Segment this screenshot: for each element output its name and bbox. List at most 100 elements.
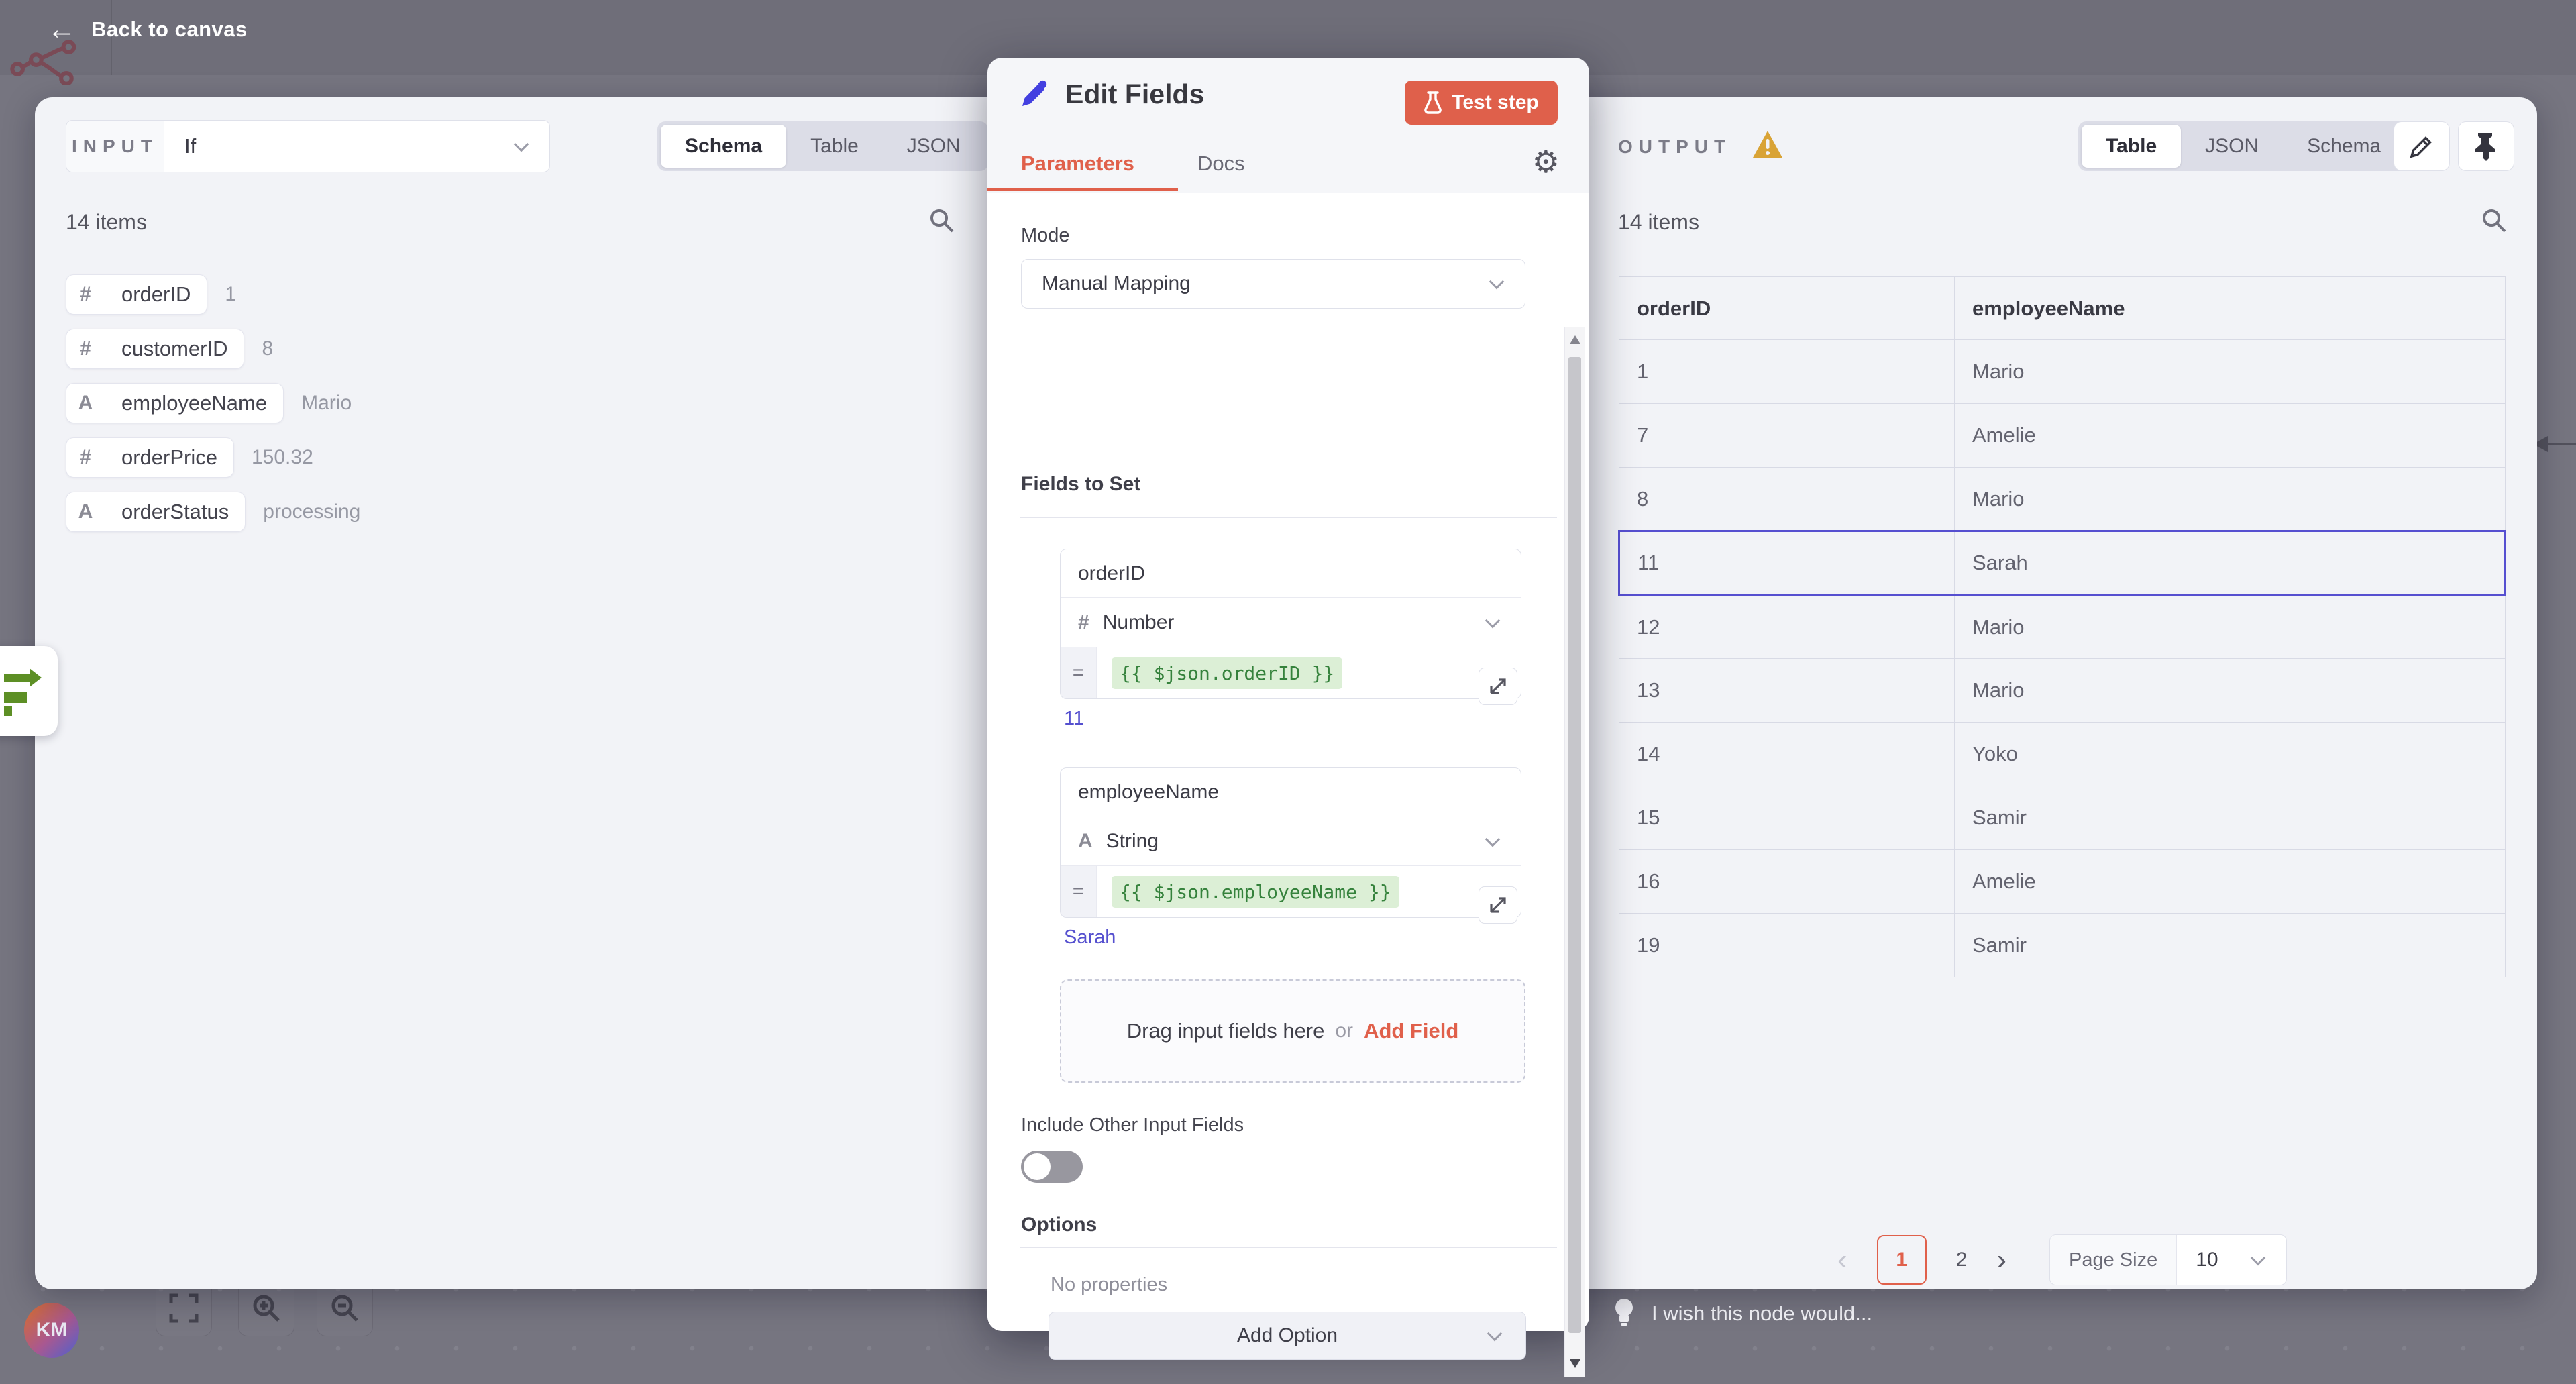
zoom-out-icon: [329, 1292, 361, 1324]
field-name: employeeName: [105, 384, 283, 423]
options-label: Options: [1021, 1214, 1097, 1236]
connection-line: [2546, 443, 2576, 445]
string-type-icon: A: [66, 384, 105, 423]
expand-expression-button[interactable]: [1479, 668, 1517, 705]
table-cell: 11: [1619, 531, 1955, 595]
schema-field-pill[interactable]: #orderID: [66, 274, 207, 315]
input-items-count: 14 items: [66, 210, 147, 235]
string-type-icon: A: [1078, 830, 1093, 853]
table-cell: 15: [1619, 786, 1955, 850]
input-search-button[interactable]: [926, 205, 958, 237]
output-label: OUTPUT: [1618, 136, 1731, 158]
drag-drop-zone[interactable]: Drag input fields here or Add Field: [1060, 979, 1525, 1083]
table-cell: Mario: [1955, 468, 2506, 531]
add-option-select[interactable]: Add Option: [1049, 1312, 1526, 1360]
search-icon: [927, 206, 957, 235]
schema-field-pill[interactable]: #customerID: [66, 329, 244, 369]
expression-result: 11: [1064, 708, 1084, 730]
expression-chip[interactable]: {{ $json.employeeName }}: [1112, 876, 1399, 908]
field-value-input[interactable]: = {{ $json.orderID }}: [1061, 647, 1521, 698]
tab-schema[interactable]: Schema: [661, 125, 786, 168]
edit-fields-modal: Edit Fields Test step Parameters Docs ⚙ …: [987, 58, 1589, 1331]
output-items-count: 14 items: [1618, 210, 1699, 235]
input-label: INPUT: [72, 136, 158, 157]
chevron-down-icon: [514, 137, 529, 152]
output-view-tabs: TableJSONSchema: [2078, 121, 2408, 171]
lightbulb-icon: [1613, 1297, 1635, 1330]
table-row[interactable]: 14Yoko: [1619, 723, 2506, 786]
schema-item-orderPrice: #orderPrice150.32: [66, 437, 360, 478]
table-row[interactable]: 8Mario: [1619, 468, 2506, 531]
chevron-down-icon: [1485, 831, 1501, 847]
pin-data-button[interactable]: [2458, 121, 2514, 171]
mode-value: Manual Mapping: [1022, 272, 1491, 295]
tab-schema[interactable]: Schema: [2283, 125, 2405, 168]
avatar[interactable]: KM: [24, 1303, 79, 1358]
page-2-button[interactable]: 2: [1956, 1248, 1968, 1271]
pagination: ‹ 1 2 › Page Size 10: [1618, 1234, 2506, 1286]
scroll-up-arrow-icon[interactable]: [1570, 335, 1580, 344]
add-field-button[interactable]: Add Field: [1364, 1019, 1458, 1043]
expand-expression-button[interactable]: [1479, 886, 1517, 924]
input-node-if-card[interactable]: [0, 646, 58, 736]
tab-parameters[interactable]: Parameters: [1021, 152, 1134, 176]
include-other-fields-toggle[interactable]: [1021, 1151, 1083, 1183]
table-row[interactable]: 1Mario: [1619, 340, 2506, 404]
table-row[interactable]: 12Mario: [1619, 595, 2506, 659]
tab-docs[interactable]: Docs: [1197, 152, 1245, 176]
field-sample-value: 8: [262, 337, 273, 360]
output-search-button[interactable]: [2478, 205, 2510, 237]
tab-json[interactable]: JSON: [883, 125, 985, 168]
field-type-select[interactable]: # Number: [1061, 598, 1521, 647]
mode-select[interactable]: Manual Mapping: [1021, 259, 1525, 309]
table-row[interactable]: 16Amelie: [1619, 850, 2506, 914]
modal-scrollbar[interactable]: [1564, 327, 1585, 1377]
schema-item-orderStatus: AorderStatusprocessing: [66, 492, 360, 532]
field-name: orderPrice: [105, 438, 233, 477]
expression-equals-badge: =: [1061, 866, 1097, 917]
edit-output-button[interactable]: [2394, 121, 2450, 171]
modal-parameters-body: Mode Manual Mapping Fields to Set orderI…: [987, 193, 1589, 1331]
page-size-select[interactable]: Page Size 10: [2049, 1234, 2287, 1285]
field-name: orderID: [105, 275, 207, 314]
input-source-select[interactable]: INPUT If: [66, 120, 550, 172]
field-value-input[interactable]: = {{ $json.employeeName }}: [1061, 866, 1521, 917]
tab-json[interactable]: JSON: [2181, 125, 2283, 168]
wish-text: I wish this node would...: [1652, 1301, 1872, 1326]
table-cell: 7: [1619, 404, 1955, 468]
table-cell: Amelie: [1955, 404, 2506, 468]
schema-field-pill[interactable]: #orderPrice: [66, 437, 234, 478]
test-step-button[interactable]: Test step: [1405, 81, 1558, 125]
field-card-employeeName: employeeName A String = {{ $json.employe…: [1060, 767, 1521, 918]
table-row[interactable]: 15Samir: [1619, 786, 2506, 850]
page-1-button[interactable]: 1: [1877, 1235, 1927, 1285]
table-cell: 12: [1619, 595, 1955, 659]
table-row[interactable]: 19Samir: [1619, 914, 2506, 977]
table-header-row: orderIDemployeeName: [1619, 277, 2506, 340]
schema-field-pill[interactable]: AemployeeName: [66, 383, 284, 423]
gear-icon[interactable]: ⚙: [1532, 146, 1560, 177]
zoom-to-fit-icon: [168, 1293, 199, 1324]
table-row[interactable]: 7Amelie: [1619, 404, 2506, 468]
expression-result: Sarah: [1064, 926, 1116, 949]
no-properties-label: No properties: [1051, 1274, 1167, 1296]
table-cell: Mario: [1955, 659, 2506, 723]
schema-field-pill[interactable]: AorderStatus: [66, 492, 246, 532]
input-source-value: If: [164, 121, 516, 172]
expression-chip[interactable]: {{ $json.orderID }}: [1112, 657, 1342, 689]
output-table: orderIDemployeeName1Mario7Amelie8Mario11…: [1618, 276, 2506, 977]
field-name-input[interactable]: employeeName: [1061, 768, 1521, 816]
divider: [1020, 517, 1557, 518]
scroll-down-arrow-icon[interactable]: [1570, 1359, 1580, 1368]
tab-table[interactable]: Table: [786, 125, 883, 168]
field-type-select[interactable]: A String: [1061, 816, 1521, 866]
previous-page-button[interactable]: ‹: [1837, 1245, 1847, 1275]
field-name-input[interactable]: orderID: [1061, 549, 1521, 598]
table-cell: 16: [1619, 850, 1955, 914]
tab-table[interactable]: Table: [2082, 125, 2181, 168]
next-page-button[interactable]: ›: [1996, 1245, 2006, 1275]
scrollbar-thumb[interactable]: [1568, 357, 1581, 1333]
table-row[interactable]: 11Sarah: [1619, 531, 2506, 595]
table-row[interactable]: 13Mario: [1619, 659, 2506, 723]
node-feedback-button[interactable]: I wish this node would...: [1613, 1297, 1872, 1330]
